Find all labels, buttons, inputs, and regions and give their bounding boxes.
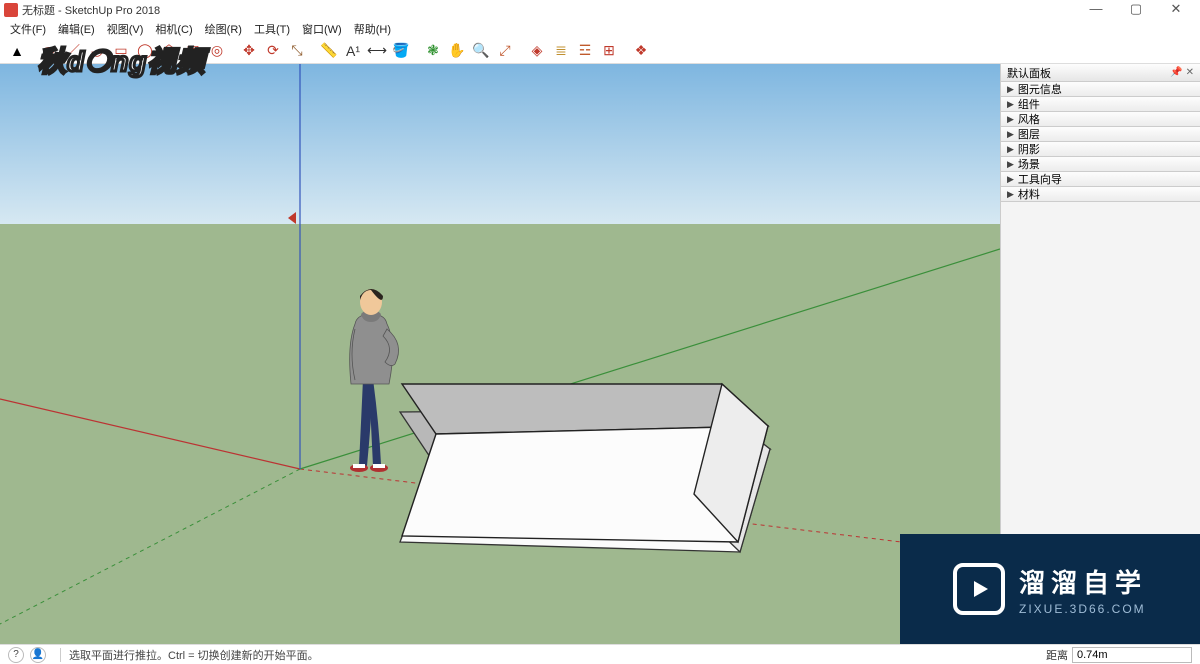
tray-label: 阴影 (1018, 141, 1040, 157)
panel-title-label: 默认面板 (1007, 65, 1051, 81)
tray-header[interactable]: ▶ 阴影 (1001, 142, 1200, 157)
zoom-tool[interactable]: 🔍 (470, 40, 492, 62)
eraser-tool[interactable]: ⬭ (38, 40, 60, 62)
layers-tool[interactable]: ≣ (550, 40, 572, 62)
play-icon (953, 563, 1005, 615)
circle-tool[interactable]: ◯ (134, 40, 156, 62)
expand-arrow-icon: ▶ (1007, 129, 1014, 140)
tray-header[interactable]: ▶ 材料 (1001, 187, 1200, 202)
extension-tool[interactable]: ❖ (630, 40, 652, 62)
sky (0, 64, 1000, 224)
menu-item[interactable]: 帮助(H) (348, 20, 397, 38)
pushpull-tool[interactable]: ▣ (182, 40, 204, 62)
rotate-tool[interactable]: ⟳ (262, 40, 284, 62)
pan-tool[interactable]: ✋ (446, 40, 468, 62)
expand-arrow-icon: ▶ (1007, 144, 1014, 155)
tray-header[interactable]: ▶ 组件 (1001, 97, 1200, 112)
viewport-3d[interactable] (0, 64, 1000, 644)
tray-label: 组件 (1018, 96, 1040, 112)
help-icon[interactable]: ? (8, 647, 24, 663)
expand-arrow-icon: ▶ (1007, 114, 1014, 125)
polygon-tool[interactable]: ⬠ (158, 40, 180, 62)
panel-pin-icon[interactable]: 📌 ✕ (1170, 67, 1194, 78)
panel-title-bar[interactable]: 默认面板 📌 ✕ (1001, 64, 1200, 82)
tray-label: 工具向导 (1018, 171, 1062, 187)
tape-tool[interactable]: 📏 (318, 40, 340, 62)
tray-label: 材料 (1018, 186, 1040, 202)
menu-item[interactable]: 视图(V) (101, 20, 150, 38)
expand-arrow-icon: ▶ (1007, 189, 1014, 200)
watermark-title: 溜溜自学 (1019, 563, 1147, 600)
offset-tool[interactable]: ◎ (206, 40, 228, 62)
status-hint: 选取平面进行推拉。Ctrl = 切换创建新的开始平面。 (69, 647, 319, 663)
window-title: 无标题 - SketchUp Pro 2018 (22, 2, 160, 18)
tray-header[interactable]: ▶ 工具向导 (1001, 172, 1200, 187)
tray-label: 图元信息 (1018, 81, 1062, 97)
user-icon[interactable]: 👤 (30, 647, 46, 663)
line-tool[interactable]: ／ (62, 40, 84, 62)
menu-item[interactable]: 相机(C) (149, 20, 198, 38)
close-button[interactable]: ✕ (1156, 0, 1196, 20)
text-tool[interactable]: A¹ (342, 40, 364, 62)
maximize-button[interactable]: ▢ (1116, 0, 1156, 20)
orbit-tool[interactable]: ❃ (422, 40, 444, 62)
menu-item[interactable]: 绘图(R) (199, 20, 248, 38)
scale-tool[interactable]: ⤡ (286, 40, 308, 62)
box-model (402, 384, 768, 542)
tray-header[interactable]: ▶ 图层 (1001, 127, 1200, 142)
watermark-banner: 溜溜自学 ZIXUE.3D66.COM (900, 534, 1200, 644)
watermark-url: ZIXUE.3D66.COM (1019, 602, 1147, 616)
outliner-tool[interactable]: ☲ (574, 40, 596, 62)
measure-label: 距离 (1046, 647, 1068, 663)
tray-header[interactable]: ▶ 风格 (1001, 112, 1200, 127)
tray-label: 图层 (1018, 126, 1040, 142)
tray-label: 风格 (1018, 111, 1040, 127)
menu-item[interactable]: 文件(F) (4, 20, 52, 38)
expand-arrow-icon: ▶ (1007, 159, 1014, 170)
menubar: 文件(F)编辑(E)视图(V)相机(C)绘图(R)工具(T)窗口(W)帮助(H) (0, 20, 1200, 38)
minimize-button[interactable]: — (1076, 0, 1116, 20)
measurement-input[interactable] (1072, 647, 1192, 663)
rectangle-tool[interactable]: ▭ (110, 40, 132, 62)
menu-item[interactable]: 编辑(E) (52, 20, 101, 38)
menu-item[interactable]: 工具(T) (248, 20, 296, 38)
select-tool[interactable]: ▲ (6, 40, 28, 62)
app-icon (4, 3, 18, 17)
tray-header[interactable]: ▶ 图元信息 (1001, 82, 1200, 97)
move-tool[interactable]: ✥ (238, 40, 260, 62)
expand-arrow-icon: ▶ (1007, 99, 1014, 110)
statusbar: ? 👤 选取平面进行推拉。Ctrl = 切换创建新的开始平面。 距离 (0, 644, 1200, 664)
expand-arrow-icon: ▶ (1007, 84, 1014, 95)
arc-tool[interactable]: ◡ (86, 40, 108, 62)
warehouse-tool[interactable]: ◈ (526, 40, 548, 62)
menu-item[interactable]: 窗口(W) (296, 20, 348, 38)
toolbar: ▲ ⬭／◡▭◯⬠▣◎ ✥⟳⤡ 📏A¹⟷🪣 ❃✋🔍⤢ ◈≣☲⊞ ❖ (0, 38, 1200, 64)
zoom-extents-tool[interactable]: ⤢ (494, 40, 516, 62)
paintbucket-tool[interactable]: 🪣 (390, 40, 412, 62)
tray-label: 场景 (1018, 156, 1040, 172)
tray-header[interactable]: ▶ 场景 (1001, 157, 1200, 172)
dimension-tool[interactable]: ⟷ (366, 40, 388, 62)
expand-arrow-icon: ▶ (1007, 174, 1014, 185)
titlebar: 无标题 - SketchUp Pro 2018 — ▢ ✕ (0, 0, 1200, 20)
components-tool[interactable]: ⊞ (598, 40, 620, 62)
